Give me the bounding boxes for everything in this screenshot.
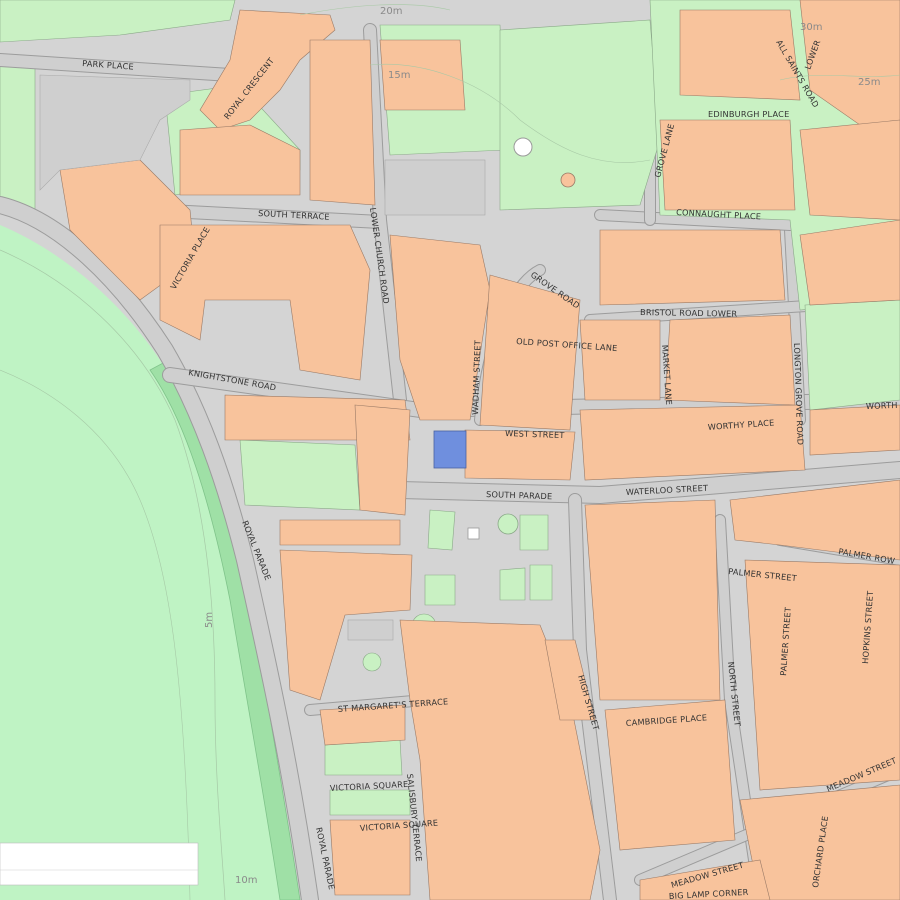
square-feature	[467, 527, 480, 540]
roundel	[497, 513, 519, 535]
label-worthy-edge: WORTH	[866, 400, 898, 411]
contour-label-20m: 20m	[380, 6, 402, 17]
contour-label-15m: 15m	[388, 70, 410, 81]
label-edinburgh-place: EDINBURGH PLACE	[708, 109, 789, 119]
contour-label-25m: 25m	[858, 77, 880, 88]
contour-label-30m: 30m	[800, 22, 822, 33]
highlighted-building[interactable]	[433, 430, 467, 469]
green-park-place	[0, 54, 36, 216]
contour-label-5m: 5m	[204, 612, 215, 628]
fountain-circle	[560, 172, 576, 188]
car-park	[384, 159, 486, 216]
map-svg[interactable]: 20m 15m 30m 25m 5m 10m PARK PLACE ROYAL …	[0, 0, 900, 900]
label-west-street: WEST STREET	[505, 428, 566, 440]
bandstand-circle	[513, 137, 533, 157]
pier-strip	[0, 842, 199, 886]
contour-label-10m: 10m	[235, 875, 257, 886]
map-canvas[interactable]: 20m 15m 30m 25m 5m 10m PARK PLACE ROYAL …	[0, 0, 900, 900]
label-bristol-road-lower: BRISTOL ROAD LOWER	[640, 307, 738, 319]
